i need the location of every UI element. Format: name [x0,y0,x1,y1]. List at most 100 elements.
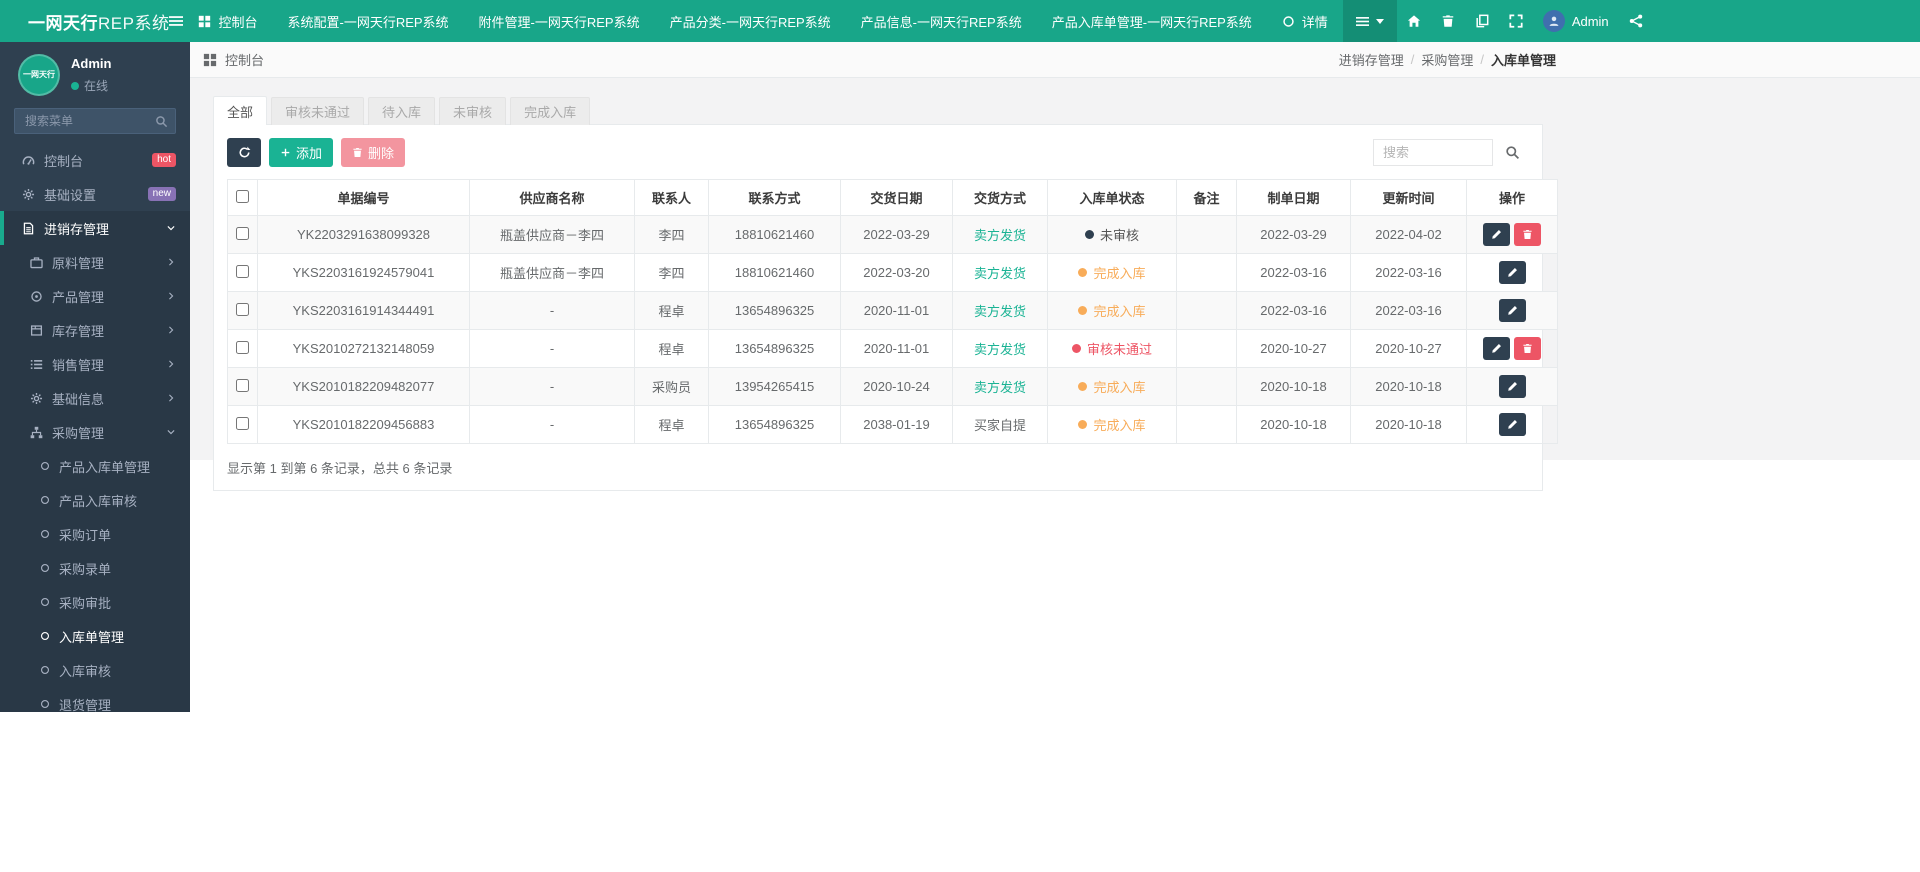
table-search-input[interactable] [1373,139,1493,166]
cell-order-no: YKS2203161924579041 [257,253,470,292]
row-checkbox[interactable] [236,378,249,392]
breadcrumb-item[interactable]: 采购管理 [1421,50,1473,69]
edit-button[interactable] [1483,223,1510,246]
status-label: 完成入库 [1093,304,1146,319]
sidebar-item-product-inbound-audit[interactable]: 产品入库审核 [0,483,190,517]
row-select-cell [227,253,258,292]
sidebar-item-inbound-order-mgmt[interactable]: 入库单管理 [0,619,190,653]
sidebar-item-basic-settings[interactable]: 基础设置 new [0,177,190,211]
chevron-down-icon [166,427,176,437]
copy-icon [1475,14,1489,28]
column-header: 单据编号 [257,179,470,216]
sidebar-item-return-mgmt[interactable]: 退货管理 [0,687,190,712]
edit-button[interactable] [1483,337,1510,360]
delete-button[interactable]: 删除 [341,138,406,167]
chevron-right-icon [166,291,176,301]
topnav-item-dashboard[interactable]: 控制台 [183,0,272,42]
edit-button[interactable] [1498,413,1526,436]
tab-unaudited[interactable]: 未审核 [439,97,507,125]
cell-create-date: 2020-10-27 [1236,329,1351,368]
sidebar-item-purchase-entry[interactable]: 采购录单 [0,551,190,585]
topnav-item-product-info[interactable]: 产品信息-一网天行REP系统 [846,0,1037,42]
sidebar-item-inventory-mgmt[interactable]: 进销存管理 [0,211,190,245]
cell-remark [1176,253,1237,292]
select-all-checkbox[interactable] [236,189,249,203]
topnav-item-system-config[interactable]: 系统配置-一网天行REP系统 [272,0,463,42]
row-checkbox[interactable] [236,302,249,316]
cell-status: 完成入库 [1047,253,1177,292]
circle-o-icon [40,699,50,709]
logo-light: REP系统 [98,13,170,33]
topnav-item-product-inbound-mgmt[interactable]: 产品入库单管理-一网天行REP系统 [1037,0,1267,42]
cell-update-date: 2020-10-18 [1350,405,1467,444]
copy-button[interactable] [1465,0,1499,42]
topnav-item-label: 附件管理-一网天行REP系统 [478,14,640,30]
tab-all[interactable]: 全部 [213,96,268,125]
row-checkbox[interactable] [236,340,249,354]
delete-button[interactable] [1514,223,1541,246]
delete-button-label: 删除 [368,146,395,161]
sidebar-item-product-mgmt[interactable]: 产品管理 [0,279,190,313]
search-button[interactable] [1495,139,1529,166]
cell-create-date: 2022-03-16 [1236,253,1351,292]
user-menu[interactable]: Admin [1533,0,1619,42]
gears-icon [22,188,35,201]
topnav-item-product-category[interactable]: 产品分类-一网天行REP系统 [655,0,846,42]
grid-dropdown-button[interactable] [1342,0,1397,42]
home-icon [1407,14,1421,28]
tab-audit-failed[interactable]: 审核未通过 [271,97,365,125]
sidebar-item-purchase-mgmt[interactable]: 采购管理 [0,415,190,449]
edit-button[interactable] [1498,299,1526,322]
badge-new: new [147,187,176,201]
gauge-icon [22,154,35,167]
fullscreen-button[interactable] [1499,0,1533,42]
topnav-item-detail[interactable]: 详情 [1267,0,1343,42]
sidebar-search-input[interactable] [14,108,176,134]
row-checkbox[interactable] [236,226,249,240]
breadcrumb-item[interactable]: 进销存管理 [1339,50,1404,69]
sidebar-item-purchase-approval[interactable]: 采购审批 [0,585,190,619]
row-checkbox[interactable] [236,264,249,278]
cell-delivery-method: 卖方发货 [952,215,1048,254]
trash-button[interactable] [1431,0,1465,42]
sidebar-item-raw-material-mgmt[interactable]: 原料管理 [0,245,190,279]
cell-delivery-method: 卖方发货 [952,291,1048,330]
sidebar-item-label: 进销存管理 [44,221,110,237]
sidebar-item-basic-info[interactable]: 基础信息 [0,381,190,415]
cell-update-date: 2020-10-27 [1350,329,1467,368]
cell-phone: 18810621460 [708,253,841,292]
sidebar-item-inbound-audit[interactable]: 入库审核 [0,653,190,687]
delete-button[interactable] [1514,337,1541,360]
sidebar-item-stock-mgmt[interactable]: 库存管理 [0,313,190,347]
edit-button[interactable] [1498,261,1526,284]
topnav-item-attachment-mgmt[interactable]: 附件管理-一网天行REP系统 [464,0,655,42]
share-button[interactable] [1619,0,1653,42]
circle-o-icon [40,529,50,539]
cell-remark [1176,329,1237,368]
list-icon [30,358,43,371]
menu-toggle-button[interactable] [169,0,184,42]
cell-delivery-date: 2022-03-20 [840,253,953,292]
refresh-button[interactable] [227,138,261,167]
column-header: 入库单状态 [1047,179,1177,216]
tab-inbound-complete[interactable]: 完成入库 [510,97,591,125]
home-button[interactable] [1397,0,1431,42]
sidebar-user-panel[interactable]: 一网天行 Admin 在线 [0,42,190,104]
status-dot-icon [1078,420,1088,429]
sidebar-item-label: 采购订单 [59,527,112,543]
add-button[interactable]: 添加 [269,138,334,167]
trash-icon [352,147,363,158]
sidebar-item-label: 控制台 [44,153,84,169]
data-table: 单据编号 供应商名称 联系人 联系方式 交货日期 交货方式 入库单状态 备注 制单日期 更新时间操… [227,179,1558,444]
sidebar-item-dashboard[interactable]: 控制台 hot [0,143,190,177]
row-checkbox[interactable] [236,416,249,430]
tab-pending-inbound[interactable]: 待入库 [368,97,436,125]
row-select-cell [227,329,258,368]
sidebar-item-purchase-order[interactable]: 采购订单 [0,517,190,551]
cell-actions [1466,215,1558,254]
sidebar-item-sales-mgmt[interactable]: 销售管理 [0,347,190,381]
sidebar-item-product-inbound-order-mgmt[interactable]: 产品入库单管理 [0,449,190,483]
sidebar-item-label: 原料管理 [52,255,105,271]
cell-status: 完成入库 [1047,291,1177,330]
edit-button[interactable] [1498,375,1526,398]
